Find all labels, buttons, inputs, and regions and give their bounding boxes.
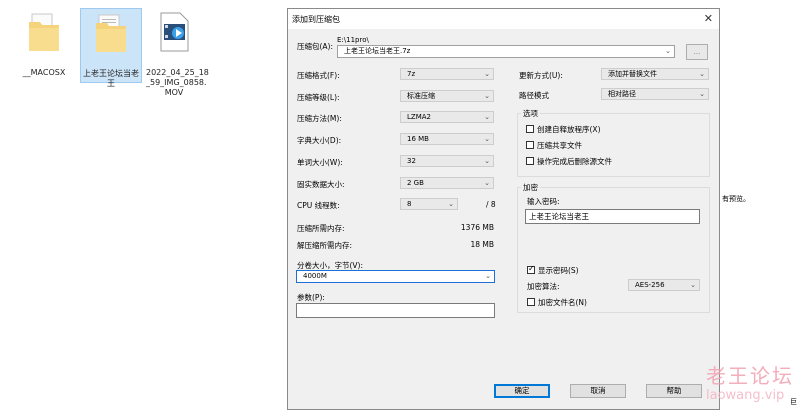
shared-files-label: 压缩共享文件 bbox=[537, 141, 582, 150]
watermark-url: laowang.vip bbox=[706, 388, 785, 403]
cpu-select[interactable]: 8 ⌄ bbox=[400, 198, 458, 210]
mem-compress-value: 1376 MB bbox=[460, 223, 494, 232]
ok-button[interactable]: 确定 bbox=[494, 384, 550, 398]
update-mode-select[interactable]: 添加并替换文件 ⌄ bbox=[601, 68, 709, 80]
cancel-button[interactable]: 取消 bbox=[570, 384, 626, 398]
archive-name-value: 上老王论坛当老王.7z bbox=[344, 47, 411, 55]
params-label: 参数(P): bbox=[297, 293, 325, 302]
delete-after-checkbox[interactable] bbox=[526, 157, 534, 165]
folder-icon bbox=[28, 12, 60, 55]
dialog-titlebar[interactable]: 添加到压缩包 ✕ bbox=[288, 9, 719, 29]
level-select[interactable]: 标准压缩 ⌄ bbox=[400, 90, 494, 102]
chevron-down-icon: ⌄ bbox=[484, 70, 490, 78]
format-select[interactable]: 7z ⌄ bbox=[400, 68, 494, 80]
desktop-item-label: 上老王论坛当老 王 bbox=[83, 69, 139, 88]
side-text: 有预览。 bbox=[722, 195, 750, 203]
path-mode-select[interactable]: 相对路径 ⌄ bbox=[601, 88, 709, 100]
desktop-item-folder[interactable]: 上老王论坛当老 王 bbox=[80, 8, 142, 88]
delete-after-label: 操作完成后删除源文件 bbox=[537, 157, 612, 166]
chevron-down-icon: ⌄ bbox=[485, 272, 491, 280]
password-label: 输入密码: bbox=[527, 197, 560, 206]
add-to-archive-dialog: 添加到压缩包 ✕ 压缩包(A): E:\11pro\ 上老王论坛当老王.7z ⌄… bbox=[287, 8, 720, 410]
side-text: 巨 bbox=[790, 398, 797, 406]
dict-value: 16 MB bbox=[407, 135, 429, 143]
format-value: 7z bbox=[407, 70, 416, 78]
desktop-item-macosx[interactable]: __MACOSX bbox=[16, 8, 72, 80]
encrypt-names-checkbox[interactable] bbox=[527, 298, 535, 306]
word-select[interactable]: 32 ⌄ bbox=[400, 155, 494, 167]
update-mode-label: 更新方式(U): bbox=[519, 71, 563, 80]
archive-path: E:\11pro\ bbox=[337, 36, 369, 44]
chevron-down-icon: ⌄ bbox=[484, 157, 490, 165]
archive-name-combo[interactable]: 上老王论坛当老王.7z ⌄ bbox=[337, 45, 675, 58]
format-label: 压缩格式(F): bbox=[297, 71, 340, 80]
dialog-title: 添加到压缩包 bbox=[292, 15, 340, 24]
cpu-max: / 8 bbox=[486, 200, 496, 209]
help-button[interactable]: 帮助 bbox=[646, 384, 702, 398]
encrypt-names-label: 加密文件名(N) bbox=[538, 298, 587, 307]
algo-value: AES-256 bbox=[635, 281, 665, 289]
shared-files-checkbox[interactable] bbox=[526, 141, 534, 149]
desktop-item-video[interactable]: 2022_04_25_18 _59_IMG_0858. MOV bbox=[146, 6, 209, 100]
level-value: 标准压缩 bbox=[407, 92, 435, 100]
folder-icon bbox=[95, 13, 127, 56]
solid-value: 2 GB bbox=[407, 179, 424, 187]
chevron-down-icon: ⌄ bbox=[484, 135, 490, 143]
browse-button[interactable]: ... bbox=[686, 44, 708, 60]
show-password-checkbox[interactable] bbox=[527, 264, 535, 274]
cpu-label: CPU 线程数: bbox=[297, 201, 340, 210]
method-label: 压缩方法(M): bbox=[297, 114, 342, 123]
chevron-down-icon: ⌄ bbox=[699, 90, 705, 98]
algo-select[interactable]: AES-256 ⌄ bbox=[628, 279, 700, 291]
sfx-checkbox[interactable] bbox=[526, 125, 534, 133]
desktop-item-label: __MACOSX bbox=[22, 68, 66, 77]
password-input[interactable]: 上老王论坛当老王 bbox=[525, 209, 700, 224]
close-icon[interactable]: ✕ bbox=[704, 12, 713, 25]
chevron-down-icon: ⌄ bbox=[448, 200, 454, 208]
mem-decompress-value: 18 MB bbox=[470, 240, 494, 249]
desktop-item-label: 2022_04_25_18 _59_IMG_0858. MOV bbox=[146, 68, 209, 97]
solid-select[interactable]: 2 GB ⌄ bbox=[400, 177, 494, 189]
path-mode-value: 相对路径 bbox=[608, 90, 636, 98]
params-input[interactable] bbox=[296, 303, 495, 318]
split-combo[interactable]: 4000M ⌄ bbox=[296, 270, 495, 283]
dict-label: 字典大小(D): bbox=[297, 136, 342, 145]
word-value: 32 bbox=[407, 157, 416, 165]
show-password-label: 显示密码(S) bbox=[538, 266, 579, 275]
chevron-down-icon: ⌄ bbox=[665, 47, 671, 55]
chevron-down-icon: ⌄ bbox=[699, 70, 705, 78]
sfx-label: 创建自释放程序(X) bbox=[537, 125, 601, 134]
chevron-down-icon: ⌄ bbox=[484, 179, 490, 187]
chevron-down-icon: ⌄ bbox=[484, 113, 490, 121]
update-mode-value: 添加并替换文件 bbox=[608, 70, 657, 78]
algo-label: 加密算法: bbox=[527, 282, 560, 291]
video-file-icon bbox=[158, 12, 190, 55]
split-value: 4000M bbox=[303, 272, 327, 280]
method-select[interactable]: LZMA2 ⌄ bbox=[400, 111, 494, 123]
path-mode-label: 路径模式 bbox=[519, 91, 549, 100]
chevron-down-icon: ⌄ bbox=[690, 281, 696, 289]
mem-decompress-label: 解压缩所需内存: bbox=[297, 241, 353, 250]
chevron-down-icon: ⌄ bbox=[484, 92, 490, 100]
word-label: 单词大小(W): bbox=[297, 158, 343, 167]
options-title: 选项 bbox=[521, 108, 540, 119]
encryption-title: 加密 bbox=[521, 182, 540, 193]
dict-select[interactable]: 16 MB ⌄ bbox=[400, 133, 494, 145]
solid-label: 固实数据大小: bbox=[297, 180, 345, 189]
mem-compress-label: 压缩所需内存: bbox=[297, 224, 345, 233]
method-value: LZMA2 bbox=[407, 113, 431, 121]
cpu-value: 8 bbox=[407, 200, 412, 208]
level-label: 压缩等级(L): bbox=[297, 93, 340, 102]
archive-label: 压缩包(A): bbox=[297, 42, 334, 51]
watermark-text: 老王论坛 bbox=[706, 364, 794, 388]
